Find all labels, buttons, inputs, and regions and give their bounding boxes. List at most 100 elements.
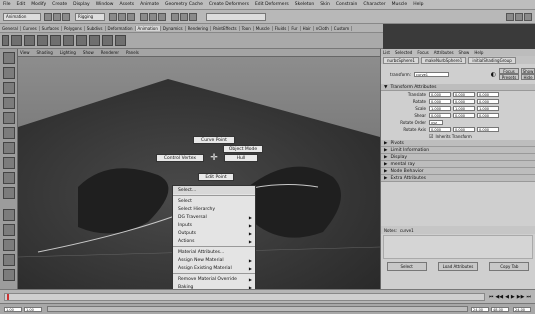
scale-x-field[interactable]: 1.000: [429, 106, 451, 111]
menu-character[interactable]: Character: [363, 2, 385, 7]
menu-geometry-cache[interactable]: Geometry Cache: [165, 2, 203, 7]
focus-icon[interactable]: ◐: [491, 71, 496, 78]
menu-item-outputs[interactable]: Outputs ▶: [173, 229, 255, 237]
step-forward-icon[interactable]: ▶▶: [517, 294, 525, 300]
select-hierarchy-icon[interactable]: [109, 12, 117, 21]
scale-tool-icon[interactable]: [3, 127, 15, 139]
presets-button[interactable]: Presets: [499, 74, 519, 80]
shelf-tab-hair[interactable]: Hair: [301, 25, 314, 31]
shelf-tab-general[interactable]: General: [0, 25, 21, 31]
shelf-tab-dynamics[interactable]: Dynamics: [161, 25, 186, 31]
marking-menu-control-vertex[interactable]: Control Vertex: [156, 154, 204, 162]
rotate-z-field[interactable]: 0.000: [477, 99, 499, 104]
shelf-tab-surfaces[interactable]: Surfaces: [40, 25, 62, 31]
shelf-tab-polygons[interactable]: Polygons: [62, 25, 85, 31]
camera-icon[interactable]: [102, 35, 113, 46]
show-manip-icon[interactable]: [3, 172, 15, 184]
menu-file[interactable]: File: [3, 2, 11, 7]
translate-z-field[interactable]: 0.000: [477, 92, 499, 97]
notes-field[interactable]: [383, 235, 533, 259]
section-mental-ray[interactable]: ▶ mental ray: [381, 161, 535, 168]
section-display[interactable]: ▶ Display: [381, 154, 535, 161]
menu-edit-deformers[interactable]: Edit Deformers: [255, 2, 289, 7]
menu-modify[interactable]: Modify: [31, 2, 46, 7]
hypershade-layout-icon[interactable]: [3, 269, 15, 281]
attr-menu-focus[interactable]: Focus: [417, 50, 428, 55]
shelf-tab-muscle[interactable]: Muscle: [254, 25, 273, 31]
save-scene-icon[interactable]: [62, 12, 70, 21]
viewport-menu-panels[interactable]: Panels: [126, 50, 139, 55]
go-to-start-icon[interactable]: ⏮: [489, 294, 494, 300]
select-tool-icon[interactable]: [3, 52, 15, 64]
translate-y-field[interactable]: 0.000: [453, 92, 475, 97]
section-transform-attributes[interactable]: ▼ Transform Attributes: [381, 84, 535, 91]
section-extra-attributes[interactable]: ▶ Extra Attributes: [381, 175, 535, 182]
ep-curve-icon[interactable]: [89, 35, 100, 46]
menu-item-select[interactable]: Select: [173, 197, 255, 205]
rotate-axis-z-field[interactable]: 0.000: [477, 127, 499, 132]
cv-curve-icon[interactable]: [76, 35, 87, 46]
select-component-icon[interactable]: [127, 12, 135, 21]
range-slider-bar[interactable]: [47, 306, 468, 312]
menu-window[interactable]: Window: [96, 2, 114, 7]
menu-item-dg-traversal[interactable]: DG Traversal ▶: [173, 213, 255, 221]
marking-menu-hull[interactable]: Hull: [224, 154, 258, 162]
single-view-layout-icon[interactable]: [3, 209, 15, 221]
poly-sphere-icon[interactable]: [50, 35, 61, 46]
viewport-menu-renderer[interactable]: Renderer: [101, 50, 119, 55]
menu-create[interactable]: Create: [52, 2, 67, 7]
rotate-tool-icon[interactable]: [3, 112, 15, 124]
shelf-menu-icon[interactable]: [2, 35, 9, 46]
four-view-layout-icon[interactable]: [3, 224, 15, 236]
viewport-menu-shading[interactable]: Shading: [37, 50, 53, 55]
nurbs-cube-icon[interactable]: [24, 35, 35, 46]
shelf-tab-curves[interactable]: Curves: [21, 25, 40, 31]
copy-tab-button[interactable]: Copy Tab: [489, 261, 530, 271]
menu-assets[interactable]: Assets: [119, 2, 134, 7]
light-icon[interactable]: [115, 35, 126, 46]
shelf-tab-fluids[interactable]: Fluids: [273, 25, 290, 31]
menu-item-select-hierarchy[interactable]: Select Hierarchy: [173, 205, 255, 213]
viewport-menu-view[interactable]: View: [20, 50, 30, 55]
section-pivots[interactable]: ▶ Pivots: [381, 140, 535, 147]
menu-skeleton[interactable]: Skeleton: [295, 2, 314, 7]
shelf-tab-subdivs[interactable]: Subdivs: [85, 25, 106, 31]
menu-muscle[interactable]: Muscle: [392, 2, 408, 7]
attr-tab-initialshadinggroup[interactable]: initialShadingGroup: [468, 56, 516, 64]
section-limit-information[interactable]: ▶ Limit Information: [381, 147, 535, 154]
viewport-menu-lighting[interactable]: Lighting: [60, 50, 76, 55]
shelf-tab-custom[interactable]: Custom: [332, 25, 353, 31]
inherits-transform-checkbox[interactable]: ☑: [429, 134, 433, 140]
marking-menu-curve-point[interactable]: Curve Point: [193, 136, 235, 144]
soft-mod-icon[interactable]: [3, 157, 15, 169]
snap-grid-icon[interactable]: [140, 12, 148, 21]
new-scene-icon[interactable]: [44, 12, 52, 21]
rotate-axis-y-field[interactable]: 0.000: [453, 127, 475, 132]
rotate-axis-x-field[interactable]: 0.000: [429, 127, 451, 132]
attr-menu-help[interactable]: Help: [474, 50, 483, 55]
attr-menu-show[interactable]: Show: [459, 50, 470, 55]
attribute-editor-icon[interactable]: [506, 12, 514, 21]
render-icon[interactable]: [171, 12, 179, 21]
ipr-render-icon[interactable]: [180, 12, 188, 21]
shear-y-field[interactable]: 0.000: [453, 113, 475, 118]
snap-point-icon[interactable]: [158, 12, 166, 21]
step-back-icon[interactable]: ◀◀: [495, 294, 503, 300]
load-attributes-button[interactable]: Load Attributes: [437, 261, 478, 271]
node-name-field[interactable]: curve1: [413, 71, 449, 77]
menu-create-deformers[interactable]: Create Deformers: [209, 2, 249, 7]
hide-button[interactable]: Hide: [521, 74, 535, 80]
manipulator-icon[interactable]: [3, 142, 15, 154]
attr-menu-attributes[interactable]: Attributes: [434, 50, 454, 55]
current-time-marker[interactable]: [7, 293, 9, 300]
menu-help[interactable]: Help: [413, 2, 423, 7]
time-slider-track[interactable]: [4, 292, 485, 301]
shelf-tab-deformation[interactable]: Deformation: [106, 25, 136, 31]
tool-settings-icon[interactable]: [515, 12, 523, 21]
marking-menu-edit-point[interactable]: Edit Point: [198, 173, 234, 181]
shelf-tab-fur[interactable]: Fur: [289, 25, 301, 31]
rotate-x-field[interactable]: 0.000: [429, 99, 451, 104]
persp-outliner-layout-icon[interactable]: [3, 239, 15, 251]
menu-item-assign-existing-material[interactable]: Assign Existing Material ▶: [173, 264, 255, 272]
shear-x-field[interactable]: 0.000: [429, 113, 451, 118]
